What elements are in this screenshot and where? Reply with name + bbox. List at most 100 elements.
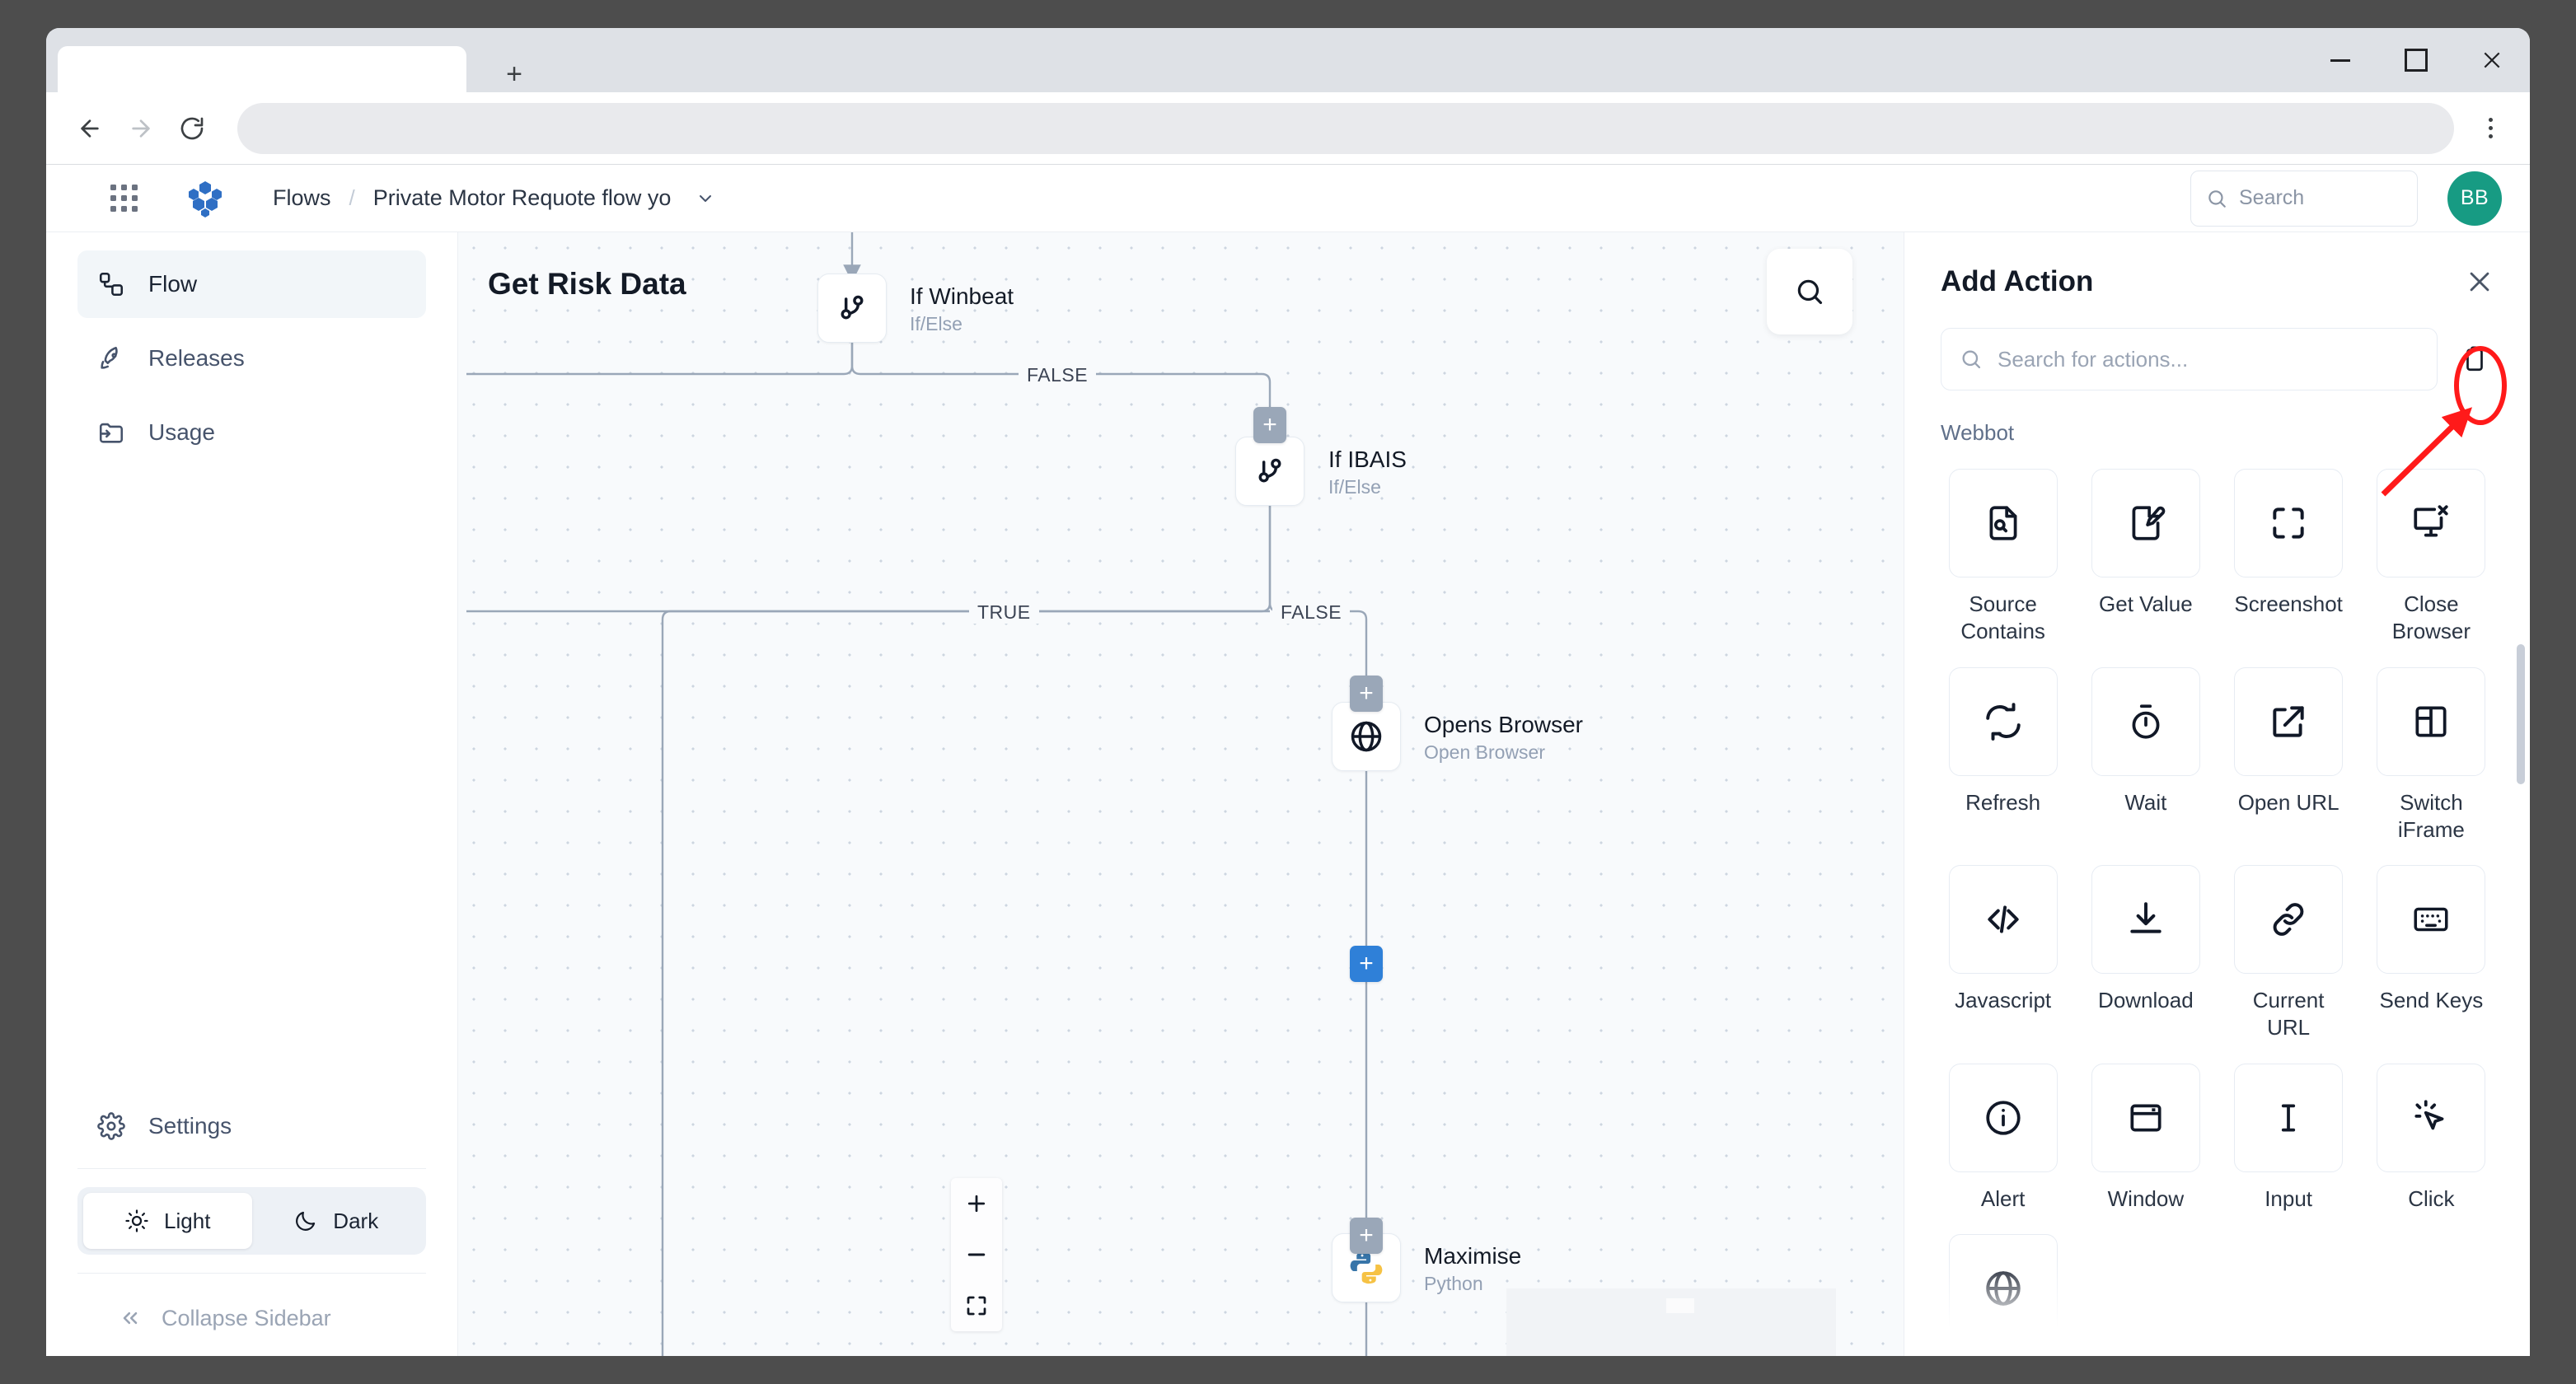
click-pointer-icon (2410, 1097, 2452, 1139)
action-wait[interactable]: Wait (2083, 667, 2208, 844)
link-icon (2268, 899, 2309, 940)
zoom-out-button[interactable] (951, 1229, 1002, 1280)
chevron-down-icon[interactable] (696, 189, 715, 208)
minimize-button[interactable] (2302, 28, 2378, 92)
flow-edges (458, 232, 1904, 1356)
brand-logo-icon[interactable] (184, 180, 227, 217)
action-current-url[interactable]: Current URL (2227, 865, 2351, 1042)
action-open-browser[interactable] (1941, 1234, 2065, 1356)
avatar-initials: BB (2461, 186, 2489, 210)
sidebar-divider-top (77, 1168, 426, 1169)
browser-toolbar (46, 92, 2530, 165)
action-search-input[interactable]: Search for actions... (1941, 328, 2438, 390)
sidebar-item-usage[interactable]: Usage (77, 399, 426, 466)
collapse-sidebar-button[interactable]: Collapse Sidebar (46, 1280, 457, 1356)
node-title: If IBAIS (1328, 447, 1407, 473)
action-refresh[interactable]: Refresh (1941, 667, 2065, 844)
global-search-placeholder: Search (2239, 186, 2304, 210)
breadcrumb-current[interactable]: Private Motor Requote flow yo (373, 185, 672, 211)
fit-view-button[interactable] (951, 1280, 1002, 1331)
address-bar[interactable] (237, 103, 2454, 154)
new-tab-button[interactable]: + (491, 58, 537, 91)
panel-header: Add Action (1904, 232, 2530, 298)
action-label: Alert (1949, 1185, 2058, 1213)
paste-action-button[interactable] (2456, 338, 2494, 381)
action-get-value[interactable]: Get Value (2083, 469, 2208, 646)
action-close-browser[interactable]: Close Browser (2369, 469, 2494, 646)
monitor-x-icon (2410, 503, 2452, 544)
overlay-chip (1666, 1298, 1694, 1313)
flow-node-opens-browser[interactable] (1332, 702, 1401, 771)
file-edit-icon (2125, 503, 2166, 544)
add-node-button-2[interactable]: + (1350, 676, 1383, 712)
add-node-button-1[interactable]: + (1253, 407, 1286, 443)
action-tile (2091, 865, 2200, 974)
flow-canvas[interactable]: Get Risk Data (458, 232, 1904, 1356)
browser-tab[interactable] (58, 46, 466, 92)
browser-menu-button[interactable] (2469, 103, 2512, 154)
sidebar-item-label: Usage (148, 419, 215, 446)
action-tile (1949, 1234, 2058, 1343)
action-input[interactable]: Input (2227, 1064, 2351, 1213)
maximize-button[interactable] (2378, 28, 2454, 92)
action-open-url[interactable]: Open URL (2227, 667, 2351, 844)
sidebar-item-releases[interactable]: Releases (77, 325, 426, 392)
action-label: Click (2377, 1185, 2485, 1213)
sun-icon (124, 1209, 149, 1233)
reload-button[interactable] (166, 103, 218, 154)
action-send-keys[interactable]: Send Keys (2369, 865, 2494, 1042)
node-title: Maximise (1424, 1243, 1521, 1269)
action-label: Refresh (1949, 789, 2058, 816)
action-tile (1949, 469, 2058, 577)
action-label: Screenshot (2234, 591, 2343, 618)
close-window-button[interactable] (2454, 28, 2530, 92)
action-tile (2377, 469, 2485, 577)
action-search-placeholder: Search for actions... (1998, 347, 2188, 372)
forward-button[interactable] (115, 103, 166, 154)
action-source-contains[interactable]: Source Contains (1941, 469, 2065, 646)
panel-close-button[interactable] (2466, 268, 2494, 296)
action-screenshot[interactable]: Screenshot (2227, 469, 2351, 646)
add-node-button-4[interactable]: + (1350, 1218, 1383, 1254)
sidebar-item-flow[interactable]: Flow (77, 250, 426, 318)
action-window[interactable]: Window (2083, 1064, 2208, 1213)
node-subtitle: If/Else (1328, 476, 1407, 498)
sidebar-item-settings[interactable]: Settings (46, 1091, 457, 1162)
theme-light-label: Light (164, 1209, 210, 1234)
panel-scrollbar-thumb[interactable] (2517, 644, 2525, 784)
global-search-input[interactable]: Search (2190, 171, 2418, 227)
action-label: Send Keys (2377, 987, 2485, 1014)
action-javascript[interactable]: Javascript (1941, 865, 2065, 1042)
collapse-sidebar-label: Collapse Sidebar (162, 1306, 331, 1331)
action-download[interactable]: Download (2083, 865, 2208, 1042)
browser-window: + (46, 28, 2530, 1356)
action-category-label: Webbot (1904, 390, 2530, 446)
zoom-in-button[interactable] (951, 1178, 1002, 1229)
back-button[interactable] (64, 103, 115, 154)
action-tile (2091, 1064, 2200, 1172)
window-controls (2302, 28, 2530, 92)
layout-panel-icon (2410, 701, 2452, 742)
node-title: Opens Browser (1424, 712, 1583, 738)
keyboard-icon (2410, 899, 2452, 940)
action-switch-iframe[interactable]: Switch iFrame (2369, 667, 2494, 844)
flow-node-if-winbeat[interactable] (817, 274, 887, 343)
action-label: Source Contains (1949, 591, 2058, 646)
add-node-button-3[interactable]: + (1350, 946, 1383, 982)
sidebar-nav-list: Flow Releases Usage (46, 250, 457, 466)
action-label: Open URL (2234, 789, 2343, 816)
flow-node-if-ibais[interactable] (1235, 437, 1304, 506)
action-alert[interactable]: Alert (1941, 1064, 2065, 1213)
avatar[interactable]: BB (2447, 171, 2502, 226)
crop-frame-icon (2268, 503, 2309, 544)
breadcrumb: Flows / Private Motor Requote flow yo (273, 185, 715, 211)
theme-option-dark[interactable]: Dark (252, 1193, 421, 1249)
new-tab-label: + (506, 60, 522, 88)
refresh-icon (1983, 701, 2024, 742)
apps-grid-icon[interactable] (110, 185, 138, 212)
flow-node-label-opens-browser: Opens Browser Open Browser (1424, 712, 1583, 764)
theme-option-light[interactable]: Light (83, 1193, 252, 1249)
breadcrumb-root[interactable]: Flows (273, 185, 331, 211)
settings-label: Settings (148, 1113, 232, 1139)
action-click[interactable]: Click (2369, 1064, 2494, 1213)
